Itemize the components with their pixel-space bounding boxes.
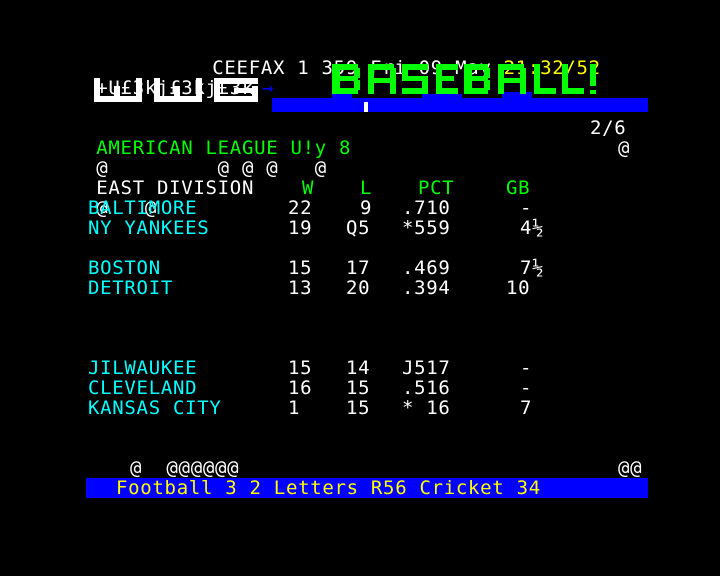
noise-text-right: @	[618, 137, 631, 159]
team-losses: 14	[346, 357, 371, 379]
table-row: KANSAS CITY 1 15 * 16 7	[72, 398, 632, 418]
team-name: NY YANKEES	[88, 217, 210, 239]
team-gb: 4½	[520, 217, 545, 239]
team-pct: .394	[402, 277, 451, 299]
team-gb: -	[520, 197, 533, 219]
table-row: DETROIT 13 20 .394 10	[72, 278, 632, 298]
team-wins: 15	[288, 357, 313, 379]
col-header-l: L	[360, 177, 373, 199]
team-name: BOSTON	[88, 257, 161, 279]
team-wins: 22	[288, 197, 313, 219]
team-wins: 1	[288, 397, 301, 419]
team-name: JILWAUKEE	[88, 357, 198, 379]
team-gb: -	[520, 377, 533, 399]
noise-text-right: @@	[618, 457, 643, 479]
team-pct: .516	[402, 377, 451, 399]
table-row: BOSTON 15 17 .469 7½	[72, 258, 632, 278]
team-gb: 10	[506, 277, 531, 299]
footer-noise-row: @ @@@@@@ @@	[72, 458, 652, 478]
team-name: DETROIT	[88, 277, 173, 299]
team-gb: 7½	[520, 257, 545, 279]
division-title-row: EAST DIVISION	[72, 158, 254, 198]
table-row: BALTIMORE 22 9 .710 -	[72, 198, 632, 218]
team-name: BALTIMORE	[88, 197, 198, 219]
team-wins: 16	[288, 377, 313, 399]
col-header-w: W	[302, 177, 315, 199]
noise-text: @ @@@@@@	[130, 457, 240, 479]
col-header-pct: PCT	[418, 177, 455, 199]
team-pct: .710	[402, 197, 451, 219]
subpage-indicator[interactable]: 2/6	[590, 118, 626, 138]
banner-noise-line: +U£3kj£3kj£3k→	[72, 58, 274, 98]
team-name: KANSAS CITY	[88, 397, 222, 419]
table-row: JILWAUKEE 15 14 J517 -	[72, 358, 632, 378]
team-losses: 17	[346, 257, 371, 279]
league-title-row: AMERICAN LEAGUE U!y 8 2/6	[72, 118, 625, 158]
team-wins: 15	[288, 257, 313, 279]
baseball-title-logo	[272, 64, 648, 112]
noise-row-1: @ @ @ @ @ @	[72, 138, 629, 178]
team-losses: 9	[360, 197, 373, 219]
header-bar: CEEFAX 1 359 Fri 09 May 21:32/52	[188, 38, 601, 78]
col-header-gb: GB	[506, 177, 531, 199]
table-row: CLEVELAND 16 15 .516 -	[72, 378, 632, 398]
team-wins: 19	[288, 217, 313, 239]
column-header-row: @ @ W L PCT GB	[72, 177, 632, 218]
team-losses: 20	[346, 277, 371, 299]
team-pct: J517	[402, 357, 451, 379]
team-losses: 15	[346, 377, 371, 399]
team-losses: Q5	[346, 217, 371, 239]
team-wins: 13	[288, 277, 313, 299]
team-pct: .469	[402, 257, 451, 279]
fastext-links[interactable]: Football 3 2 Letters R56 Cricket 34	[116, 478, 541, 498]
team-gb: 7	[520, 397, 533, 419]
team-pct: *559	[402, 217, 451, 239]
ceefax-logo-icon	[94, 78, 258, 102]
team-name: CLEVELAND	[88, 377, 198, 399]
team-pct: * 16	[402, 397, 451, 419]
team-gb: -	[520, 357, 533, 379]
fastext-bar[interactable]: Football 3 2 Letters R56 Cricket 34	[86, 478, 648, 498]
team-losses: 15	[346, 397, 371, 419]
table-row: NY YANKEES 19 Q5 *559 4½	[72, 218, 632, 238]
